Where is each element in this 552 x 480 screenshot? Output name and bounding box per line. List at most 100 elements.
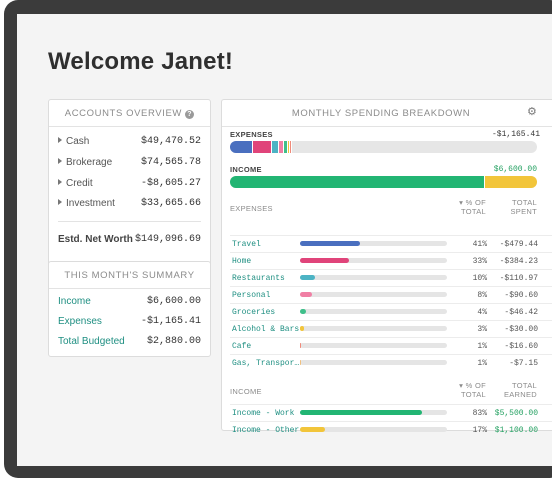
category-bar-fill bbox=[300, 275, 315, 280]
expense-row[interactable]: Cafe 1% -$16.60 bbox=[230, 337, 552, 355]
category-name: Home bbox=[232, 257, 252, 266]
account-value: $74,565.78 bbox=[140, 157, 201, 168]
divider bbox=[49, 288, 210, 289]
category-name: Groceries bbox=[232, 308, 276, 317]
caret-right-icon bbox=[58, 158, 62, 164]
category-bar-fill bbox=[300, 427, 325, 432]
account-label: Credit bbox=[66, 178, 93, 189]
bar-segment bbox=[252, 141, 272, 153]
category-bar-fill bbox=[300, 309, 306, 314]
category-percent: 83% bbox=[472, 409, 487, 418]
expense-row[interactable]: Personal 8% -$90.60 bbox=[230, 286, 552, 304]
amt-header-line1: TOTAL bbox=[512, 198, 537, 207]
bar-segment bbox=[230, 141, 253, 153]
category-amount: -$479.44 bbox=[499, 240, 538, 249]
category-percent: 10% bbox=[472, 274, 487, 283]
category-bar bbox=[300, 343, 447, 348]
category-percent: 17% bbox=[472, 426, 487, 435]
accounts-overview-card: ACCOUNTS OVERVIEW ? Cash $49,470.52 Brok… bbox=[48, 99, 211, 268]
expenses-pct-header[interactable]: ▾ % OF TOTAL bbox=[454, 198, 486, 216]
account-label: Brokerage bbox=[66, 157, 113, 168]
income-amt-header[interactable]: TOTAL EARNED bbox=[492, 381, 537, 399]
income-row[interactable]: Income - Work 83% $5,500.00 bbox=[230, 404, 552, 422]
summary-value: $2,880.00 bbox=[146, 336, 201, 347]
account-value: $33,665.66 bbox=[140, 198, 201, 209]
caret-right-icon bbox=[58, 179, 62, 185]
amt-header-line2: EARNED bbox=[503, 390, 537, 399]
category-amount: -$7.15 bbox=[509, 359, 538, 368]
category-percent: 8% bbox=[477, 291, 487, 300]
category-bar bbox=[300, 410, 447, 415]
income-pct-header[interactable]: ▾ % OF TOTAL bbox=[454, 381, 486, 399]
pct-header-line1: ▾ % OF bbox=[459, 198, 486, 207]
divider bbox=[49, 126, 210, 127]
category-amount: -$384.23 bbox=[499, 257, 538, 266]
category-bar-fill bbox=[300, 360, 302, 365]
summary-label: Expenses bbox=[58, 316, 102, 327]
category-bar bbox=[300, 309, 447, 314]
income-row[interactable]: Income - Other 17% $1,100.00 bbox=[230, 421, 552, 439]
accounts-overview-title: ACCOUNTS OVERVIEW bbox=[64, 108, 182, 119]
category-percent: 4% bbox=[477, 308, 487, 317]
category-bar bbox=[300, 275, 447, 280]
caret-right-icon bbox=[58, 137, 62, 143]
category-name: Income - Work bbox=[232, 409, 295, 418]
category-percent: 1% bbox=[477, 359, 487, 368]
category-bar-fill bbox=[300, 258, 349, 263]
accounts-overview-header: ACCOUNTS OVERVIEW ? bbox=[49, 108, 210, 119]
gear-icon[interactable]: ⚙ bbox=[527, 105, 537, 118]
category-bar bbox=[300, 258, 447, 263]
expense-row[interactable]: Restaurants 10% -$110.97 bbox=[230, 269, 552, 287]
expenses-amt-header[interactable]: TOTAL SPENT bbox=[492, 198, 537, 216]
expense-row[interactable]: Alcohol & Bars 3% -$30.00 bbox=[230, 320, 552, 338]
income-stacked-bar bbox=[230, 176, 537, 188]
expense-row[interactable]: Gas, Transpor… 1% -$7.15 bbox=[230, 354, 552, 372]
question-circle-icon[interactable]: ? bbox=[185, 110, 195, 119]
expense-row[interactable]: Travel 41% -$479.44 bbox=[230, 235, 552, 253]
breakdown-title: MONTHLY SPENDING BREAKDOWN bbox=[291, 108, 471, 119]
category-amount: $5,500.00 bbox=[494, 409, 538, 418]
account-value: -$8,605.27 bbox=[140, 178, 201, 189]
category-bar bbox=[300, 292, 447, 297]
category-amount: -$90.60 bbox=[504, 291, 538, 300]
category-name: Alcohol & Bars bbox=[232, 325, 300, 334]
expenses-table-heading: EXPENSES bbox=[230, 204, 273, 213]
category-percent: 1% bbox=[477, 342, 487, 351]
category-name: Restaurants bbox=[232, 274, 285, 283]
welcome-heading: Welcome Janet! bbox=[48, 48, 234, 75]
summary-label: Total Budgeted bbox=[58, 336, 125, 347]
account-value: $49,470.52 bbox=[140, 136, 201, 147]
expense-row[interactable]: Groceries 4% -$46.42 bbox=[230, 303, 552, 321]
category-amount: -$16.60 bbox=[504, 342, 538, 351]
caret-right-icon bbox=[58, 199, 62, 205]
account-label: Cash bbox=[66, 136, 90, 147]
category-bar-fill bbox=[300, 343, 302, 348]
expenses-stacked-bar bbox=[230, 141, 537, 153]
device-frame: Welcome Janet! ACCOUNTS OVERVIEW ? Cash … bbox=[0, 0, 552, 480]
summary-value: $6,600.00 bbox=[146, 296, 201, 307]
expense-row[interactable]: Home 33% -$384.23 bbox=[230, 252, 552, 270]
category-name: Personal bbox=[232, 291, 271, 300]
account-label: Investment bbox=[66, 198, 115, 209]
category-percent: 3% bbox=[477, 325, 487, 334]
net-worth-label: Estd. Net Worth bbox=[58, 234, 133, 245]
category-percent: 33% bbox=[472, 257, 487, 266]
category-name: Travel bbox=[232, 240, 261, 249]
net-worth-value: $149,096.69 bbox=[134, 234, 201, 245]
bar-segment bbox=[230, 176, 484, 188]
income-bar-label: INCOME bbox=[230, 165, 262, 174]
summary-title: THIS MONTH'S SUMMARY bbox=[64, 270, 195, 281]
category-amount: -$30.00 bbox=[504, 325, 538, 334]
category-bar-fill bbox=[300, 326, 305, 331]
category-bar bbox=[300, 326, 447, 331]
expenses-bar-total: -$1,165.41 bbox=[492, 130, 541, 139]
divider bbox=[58, 221, 201, 222]
bar-segment bbox=[290, 141, 293, 153]
income-bar-total: $6,600.00 bbox=[493, 165, 537, 174]
app-screen: Welcome Janet! ACCOUNTS OVERVIEW ? Cash … bbox=[17, 14, 552, 466]
income-table-heading: INCOME bbox=[230, 387, 262, 396]
pct-header-line2: TOTAL bbox=[461, 207, 486, 216]
divider bbox=[222, 126, 552, 127]
category-amount: -$46.42 bbox=[504, 308, 538, 317]
category-percent: 41% bbox=[472, 240, 487, 249]
